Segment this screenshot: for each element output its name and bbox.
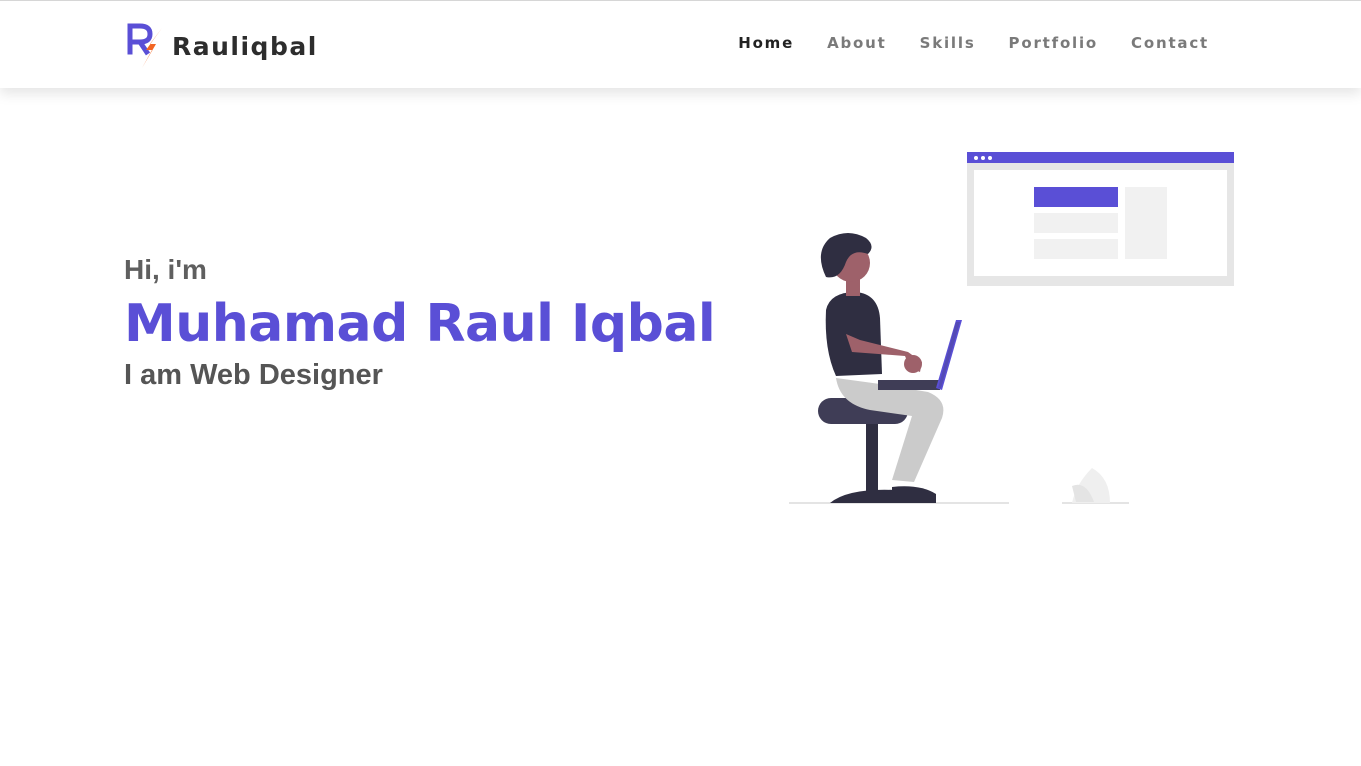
nav-contact[interactable]: Contact <box>1131 34 1209 52</box>
nav-skills[interactable]: Skills <box>920 34 976 52</box>
laptop-graphic <box>878 320 962 390</box>
brand-name: Rauliqbal <box>172 31 318 61</box>
navbar: Rauliqbal Home About Skills Portfolio Co… <box>0 0 1361 88</box>
brand-logo-link[interactable]: Rauliqbal <box>126 21 318 71</box>
hero-role: I am Web Designer <box>124 359 383 391</box>
hero-greeting: Hi, i'm <box>124 254 207 285</box>
person-graphic <box>820 233 944 503</box>
nav-portfolio[interactable]: Portfolio <box>1009 34 1099 52</box>
plant-graphic <box>1072 468 1110 503</box>
nav-about[interactable]: About <box>827 34 887 52</box>
nav-menu: Home About Skills Portfolio Contact <box>738 33 1209 52</box>
nav-home[interactable]: Home <box>738 34 794 52</box>
person-with-laptop-illustration <box>789 152 1234 504</box>
browser-window-graphic <box>967 152 1234 286</box>
hero-name: Muhamad Raul Iqbal <box>124 294 716 354</box>
hero-section: Hi, i'm Muhamad Raul Iqbal I am Web Desi… <box>124 252 716 393</box>
logo-mark-icon <box>127 23 162 68</box>
